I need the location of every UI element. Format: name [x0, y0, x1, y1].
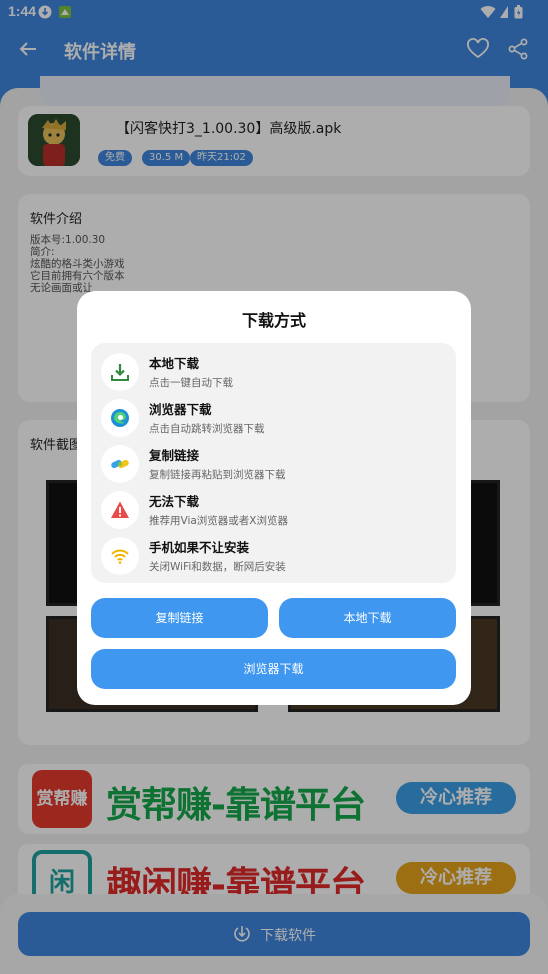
- wifi-icon: [101, 537, 139, 575]
- option-title: 无法下载: [149, 494, 200, 509]
- option-cannot-download[interactable]: 无法下载 推荐用Via浏览器或者X浏览器: [101, 487, 446, 531]
- dialog-title: 下载方式: [241, 311, 306, 330]
- edge-browser-icon: [101, 399, 139, 437]
- option-install-blocked[interactable]: 手机如果不让安装 关闭WiFi和数据，断网后安装: [101, 533, 446, 577]
- option-subtitle: 关闭WiFi和数据，断网后安装: [149, 561, 286, 573]
- option-subtitle: 推荐用Via浏览器或者X浏览器: [149, 515, 288, 527]
- local-download-icon: [101, 353, 139, 391]
- option-subtitle: 复制链接再粘贴到浏览器下载: [149, 469, 286, 481]
- option-title: 手机如果不让安装: [149, 540, 250, 555]
- link-icon: [101, 445, 139, 483]
- option-title: 浏览器下载: [149, 402, 212, 417]
- option-title: 本地下载: [149, 356, 200, 371]
- download-method-dialog: 下载方式 本地下载 点击一键自动下载 浏览器下载 点击自动跳转浏览器下载 复制链…: [77, 291, 471, 705]
- browser-download-button[interactable]: 浏览器下载: [91, 649, 456, 689]
- option-subtitle: 点击一键自动下载: [149, 377, 233, 389]
- option-browser-download[interactable]: 浏览器下载 点击自动跳转浏览器下载: [101, 395, 446, 439]
- download-options-panel: 本地下载 点击一键自动下载 浏览器下载 点击自动跳转浏览器下载 复制链接 复制链…: [91, 343, 456, 583]
- option-subtitle: 点击自动跳转浏览器下载: [149, 423, 265, 435]
- warning-icon: [101, 491, 139, 529]
- option-title: 复制链接: [149, 448, 200, 463]
- option-local-download[interactable]: 本地下载 点击一键自动下载: [101, 349, 446, 393]
- copy-link-button[interactable]: 复制链接: [91, 598, 268, 638]
- option-copy-link[interactable]: 复制链接 复制链接再粘贴到浏览器下载: [101, 441, 446, 485]
- local-download-button[interactable]: 本地下载: [279, 598, 456, 638]
